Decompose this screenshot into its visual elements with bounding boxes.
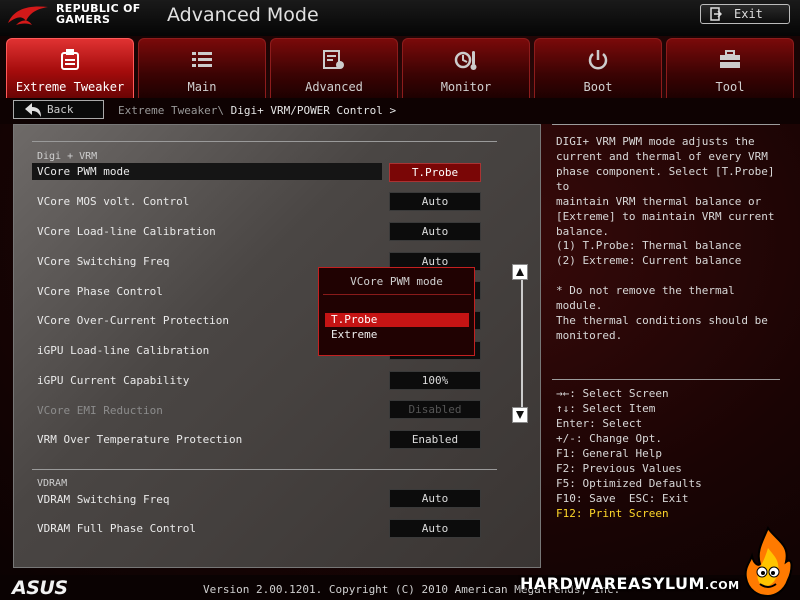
asus-logo: ASUS — [12, 577, 68, 599]
tab-label: Boot — [583, 80, 613, 94]
setting-label[interactable]: VCore Load-line Calibration — [37, 225, 216, 238]
setting-value-vcore-mos-volt[interactable]: Auto — [389, 192, 481, 211]
tab-monitor[interactable]: Monitor — [402, 38, 530, 98]
breadcrumb: Extreme Tweaker\ Digi+ VRM/POWER Control… — [118, 104, 396, 117]
key-hint: +/-: Change Opt. — [556, 432, 662, 445]
setting-value-vdram-full-phase[interactable]: Auto — [389, 519, 481, 538]
section-title-digi-vrm: Digi + VRM — [37, 151, 98, 162]
brand-line2: GAMERS — [56, 13, 111, 26]
section-title-vdram: VDRAM — [37, 478, 68, 489]
scrollbar-track[interactable] — [521, 270, 523, 410]
tweaker-icon — [61, 49, 79, 70]
option-popup: VCore PWM mode T.Probe Extreme — [318, 267, 475, 356]
setting-value-igpu-current[interactable]: 100% — [389, 371, 481, 390]
breadcrumb-current: Digi+ VRM/POWER Control > — [230, 104, 397, 117]
setting-value-vcore-pwm-mode[interactable]: T.Probe — [389, 163, 481, 182]
help-divider — [552, 379, 780, 380]
tab-main[interactable]: Main — [138, 38, 266, 98]
setting-label[interactable]: VDRAM Full Phase Control — [37, 522, 196, 535]
tab-label: Monitor — [440, 80, 492, 94]
setting-value-vrm-otp[interactable]: Enabled — [389, 430, 481, 449]
power-icon — [588, 50, 608, 70]
setting-label[interactable]: VCore PWM mode — [37, 165, 130, 178]
tab-boot[interactable]: Boot — [534, 38, 662, 98]
key-hint-print-screen: F12: Print Screen — [556, 507, 669, 520]
back-button[interactable]: Back — [13, 100, 104, 119]
watermark-suffix: .COM — [704, 579, 740, 592]
setting-label[interactable]: iGPU Load-line Calibration — [37, 344, 209, 357]
scroll-up-button[interactable] — [512, 264, 528, 280]
popup-option-extreme[interactable]: Extreme — [325, 328, 469, 342]
monitor-icon — [454, 51, 477, 70]
setting-value-vcore-emi: Disabled — [389, 400, 481, 419]
help-divider — [552, 124, 780, 125]
tab-label: Extreme Tweaker — [15, 80, 125, 94]
flame-mascot-icon — [744, 526, 793, 598]
watermark: HARDWAREASYLUM.COM — [520, 574, 740, 593]
advanced-icon — [323, 50, 344, 69]
key-hint: F1: General Help — [556, 447, 662, 460]
top-bar: REPUBLIC OF GAMERS Advanced Mode Exit — [0, 0, 800, 36]
key-legend: →←: Select Screen ↑↓: Select Item Enter:… — [556, 386, 702, 521]
back-arrow-icon — [25, 103, 41, 117]
exit-label: Exit — [734, 7, 763, 21]
setting-label[interactable]: iGPU Current Capability — [37, 374, 189, 387]
nav-bar: Back Extreme Tweaker\ Digi+ VRM/POWER Co… — [0, 98, 800, 124]
rog-logo-icon — [8, 6, 48, 25]
breadcrumb-parent[interactable]: Extreme Tweaker\ — [118, 104, 224, 117]
tab-extreme-tweaker[interactable]: Extreme Tweaker — [6, 38, 134, 98]
setting-label[interactable]: VCore MOS volt. Control — [37, 195, 189, 208]
popup-divider — [323, 294, 471, 295]
tab-advanced[interactable]: Advanced — [270, 38, 398, 98]
watermark-main: HARDWAREASYLUM — [520, 574, 705, 593]
setting-label: VCore EMI Reduction — [37, 404, 163, 417]
setting-label[interactable]: VDRAM Switching Freq — [37, 493, 169, 506]
tab-label: Tool — [715, 80, 745, 94]
key-hint: ↑↓: Select Item — [556, 402, 656, 415]
triangle-down-icon — [516, 411, 524, 419]
page-title: Advanced Mode — [167, 4, 319, 26]
setting-label[interactable]: VCore Phase Control — [37, 285, 163, 298]
help-note: * Do not remove the thermal module. The … — [556, 284, 768, 342]
triangle-up-icon — [516, 268, 524, 276]
tab-tool[interactable]: Tool — [666, 38, 794, 98]
help-panel: DIGI+ VRM PWM mode adjusts the current a… — [552, 124, 792, 568]
help-description: DIGI+ VRM PWM mode adjusts the current a… — [556, 135, 775, 238]
toolbox-icon — [720, 50, 740, 68]
setting-value-vdram-switching-freq[interactable]: Auto — [389, 489, 481, 508]
exit-button[interactable]: Exit — [700, 4, 790, 24]
key-hint: F2: Previous Values — [556, 462, 682, 475]
tab-label: Advanced — [305, 80, 363, 94]
main-tabs: Extreme Tweaker Main Advanced Monitor Bo… — [0, 38, 800, 98]
tab-label: Main — [187, 80, 217, 94]
section-divider — [32, 141, 497, 142]
scroll-down-button[interactable] — [512, 407, 528, 423]
back-label: Back — [47, 103, 74, 116]
setting-value-vcore-llc[interactable]: Auto — [389, 222, 481, 241]
setting-label[interactable]: VCore Switching Freq — [37, 255, 169, 268]
exit-icon — [710, 7, 722, 21]
setting-label[interactable]: VRM Over Temperature Protection — [37, 433, 242, 446]
popup-title: VCore PWM mode — [350, 275, 443, 288]
section-divider — [32, 469, 497, 470]
list-icon — [192, 52, 212, 67]
brand-text: REPUBLIC OF GAMERS — [56, 3, 141, 25]
popup-option-tprobe[interactable]: T.Probe — [325, 313, 469, 327]
key-hint: Enter: Select — [556, 417, 643, 430]
setting-label[interactable]: VCore Over-Current Protection — [37, 314, 229, 327]
key-hint: F5: Optimized Defaults — [556, 477, 702, 490]
key-hint: →←: Select Screen — [556, 387, 669, 400]
help-options: (1) T.Probe: Thermal balance (2) Extreme… — [556, 239, 742, 267]
key-hint: F10: Save ESC: Exit — [556, 492, 689, 505]
